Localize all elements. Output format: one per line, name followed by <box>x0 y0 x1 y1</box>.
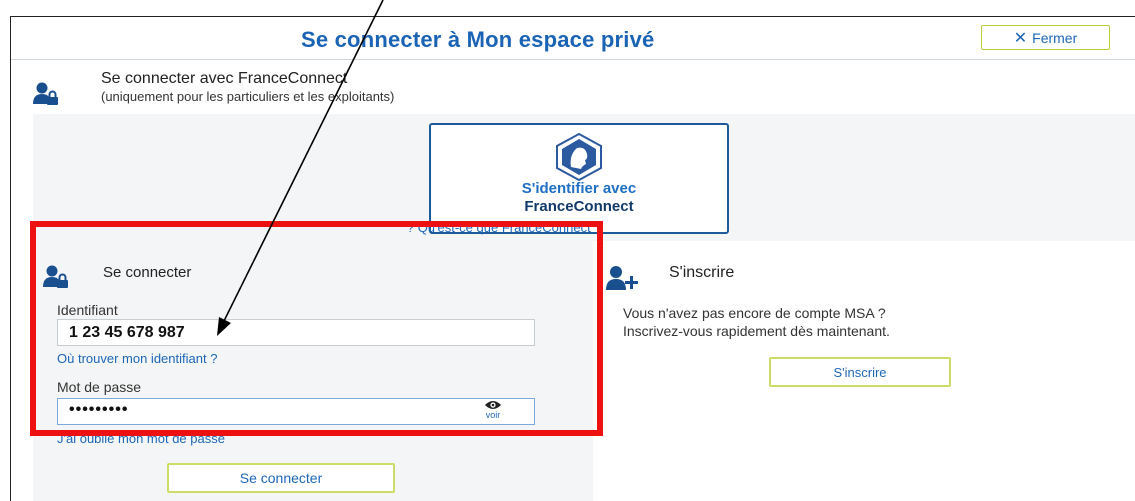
eye-icon <box>485 401 501 409</box>
where-identifier-link[interactable]: Où trouver mon identifiant ? <box>57 351 217 366</box>
modal-title: Se connecter à Mon espace privé <box>301 27 655 52</box>
signup-text-line2: Inscrivez-vous rapidement dès maintenant… <box>623 323 890 339</box>
identifier-input[interactable] <box>57 319 535 346</box>
show-password-label: voir <box>485 410 501 420</box>
password-input[interactable]: ••••••••• <box>57 398 535 425</box>
login-submit-button[interactable]: Se connecter <box>167 463 395 493</box>
header-divider <box>11 59 1135 60</box>
login-modal: Se connecter à Mon espace privé ✕ Fermer… <box>10 16 1135 501</box>
help-icon: ? <box>407 221 414 235</box>
signup-text-line1: Vous n'avez pas encore de compte MSA ? <box>623 305 886 321</box>
franceconnect-heading: Se connecter avec FranceConnect <box>101 70 348 87</box>
identifier-label: Identifiant <box>57 302 118 318</box>
franceconnect-logo-icon <box>554 132 604 186</box>
franceconnect-button[interactable]: S'identifier avec FranceConnect <box>429 123 729 234</box>
signup-heading: S'inscrire <box>669 264 735 281</box>
franceconnect-button-line1: S'identifier avec <box>521 180 637 197</box>
password-label: Mot de passe <box>57 379 142 395</box>
forgot-password-link[interactable]: J'ai oublié mon mot de passe <box>57 431 225 446</box>
close-button[interactable]: ✕ Fermer <box>981 25 1110 50</box>
close-icon: ✕ <box>1013 29 1028 47</box>
user-add-icon <box>606 265 640 296</box>
show-password-toggle[interactable]: voir <box>473 400 513 422</box>
what-is-franceconnect-label: Qu'est-ce que FranceConnect ? <box>417 220 602 235</box>
user-lock-icon <box>33 82 59 111</box>
login-heading: Se connecter <box>103 264 192 281</box>
franceconnect-subheading: (uniquement pour les particuliers et les… <box>101 89 395 104</box>
user-lock-icon <box>43 265 69 294</box>
franceconnect-button-line2: FranceConnect <box>524 198 634 215</box>
what-is-franceconnect-link[interactable]: ? Qu'est-ce que FranceConnect ? <box>407 220 602 235</box>
close-label: Fermer <box>1032 29 1078 46</box>
signup-button[interactable]: S'inscrire <box>769 357 951 387</box>
